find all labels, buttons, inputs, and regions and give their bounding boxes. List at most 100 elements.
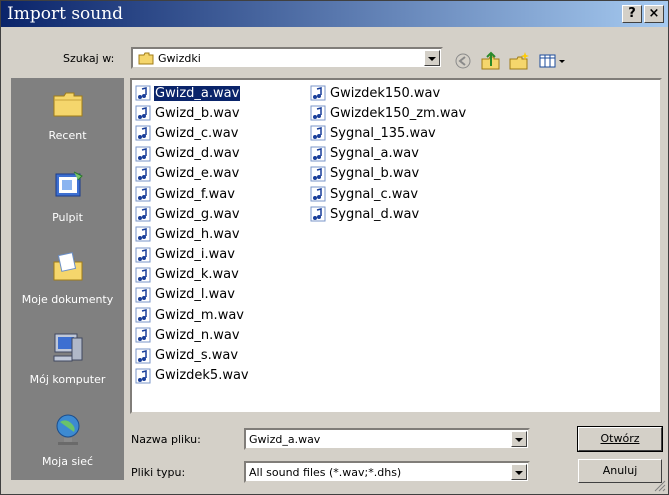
audio-file-icon (310, 125, 326, 141)
up-folder-icon[interactable] (479, 50, 503, 72)
audio-file-icon (310, 85, 326, 101)
look-in-label: Szukaj w: (63, 52, 115, 65)
audio-file-icon (310, 146, 326, 162)
folder-icon (138, 52, 154, 65)
file-item[interactable]: Gwizd_i.wav (135, 245, 250, 265)
file-item[interactable]: Gwizd_d.wav (135, 144, 250, 164)
file-name: Gwizd_s.wav (155, 348, 239, 364)
view-menu-icon[interactable] (537, 50, 567, 72)
computer-icon (53, 333, 82, 362)
file-item[interactable]: Gwizdek150.wav (310, 83, 467, 103)
file-item[interactable]: Gwizd_n.wav (135, 325, 250, 345)
audio-file-icon (135, 267, 151, 283)
audio-file-icon (310, 166, 326, 182)
audio-file-icon (135, 327, 151, 343)
file-name: Sygnal_c.wav (330, 186, 419, 202)
place-my-computer-label: Mój komputer (29, 373, 106, 386)
resize-grip-icon[interactable] (654, 480, 666, 492)
file-name: Sygnal_d.wav (330, 206, 420, 222)
file-item[interactable]: Gwizd_k.wav (135, 265, 250, 285)
file-item[interactable]: Sygnal_b.wav (310, 164, 467, 184)
filetype-dropdown-arrow[interactable] (511, 464, 527, 480)
file-column-2: Gwizdek150.wav Gwizdek150_zm.wav Sygnal_13… (310, 83, 467, 224)
file-item[interactable]: Sygnal_a.wav (310, 144, 467, 164)
file-name: Gwizd_g.wav (155, 206, 240, 222)
file-item[interactable]: Gwizd_c.wav (135, 123, 250, 143)
look-in-value: Gwizdki (158, 52, 201, 65)
file-name: Gwizd_a.wav (154, 85, 241, 101)
file-name: Gwizd_b.wav (155, 105, 240, 121)
filetype-label: Pliki typu: (131, 466, 186, 479)
file-item[interactable]: Sygnal_d.wav (310, 204, 467, 224)
filename-dropdown-arrow[interactable] (511, 431, 527, 447)
audio-file-icon (135, 125, 151, 141)
audio-file-icon (135, 206, 151, 222)
audio-file-icon (135, 85, 151, 101)
place-network[interactable]: Moja sieć (11, 412, 124, 468)
file-item[interactable]: Gwizd_b.wav (135, 103, 250, 123)
file-item[interactable]: Gwizd_m.wav (135, 305, 250, 325)
audio-file-icon (310, 206, 326, 222)
filetype-combo[interactable]: All sound files (*.wav;*.dhs) (244, 461, 530, 483)
file-name: Gwizd_h.wav (155, 226, 240, 242)
open-button-label: Otwórz (600, 432, 640, 445)
place-recent[interactable]: Recent (11, 86, 124, 142)
audio-file-icon (135, 307, 151, 323)
file-name: Sygnal_a.wav (330, 146, 419, 162)
file-item[interactable]: Gwizd_a.wav (135, 83, 250, 103)
look-in-combo[interactable]: Gwizdki (131, 47, 443, 69)
import-sound-dialog: Import sound ? × Szukaj w: Gwizdki Recen… (0, 0, 669, 495)
place-network-label: Moja sieć (41, 455, 94, 468)
file-item[interactable]: Gwizdek5.wav (135, 366, 250, 386)
audio-file-icon (135, 105, 151, 121)
file-name: Gwizdek150_zm.wav (330, 105, 467, 121)
filename-value[interactable]: Gwizd_a.wav (249, 433, 320, 446)
close-button[interactable]: × (644, 5, 664, 23)
file-item[interactable]: Gwizd_s.wav (135, 345, 250, 365)
help-button[interactable]: ? (622, 5, 642, 23)
cancel-button[interactable]: Anuluj (578, 459, 662, 483)
file-name: Gwizd_m.wav (155, 307, 244, 323)
documents-icon (53, 252, 82, 281)
back-icon[interactable] (451, 50, 475, 72)
file-name: Gwizdek5.wav (155, 368, 249, 384)
look-in-dropdown-arrow[interactable] (424, 50, 440, 66)
filename-label: Nazwa pliku: (131, 433, 201, 446)
audio-file-icon (310, 105, 326, 121)
file-item[interactable]: Gwizd_g.wav (135, 204, 250, 224)
open-button[interactable]: Otwórz (577, 426, 663, 452)
place-desktop-label: Pulpit (52, 211, 83, 224)
file-item[interactable]: Gwizdek150_zm.wav (310, 103, 467, 123)
place-my-documents[interactable]: Moje dokumenty (11, 250, 124, 306)
filetype-value: All sound files (*.wav;*.dhs) (249, 466, 402, 479)
place-my-documents-label: Moje dokumenty (21, 293, 114, 306)
file-item[interactable]: Gwizd_h.wav (135, 224, 250, 244)
file-name: Gwizd_l.wav (155, 287, 235, 303)
file-item[interactable]: Sygnal_c.wav (310, 184, 467, 204)
file-item[interactable]: Sygnal_135.wav (310, 123, 467, 143)
desktop-icon (55, 171, 83, 197)
file-name: Gwizd_d.wav (155, 146, 240, 162)
filename-combo[interactable]: Gwizd_a.wav (244, 428, 530, 450)
file-item[interactable]: Gwizd_e.wav (135, 164, 250, 184)
file-name: Gwizd_e.wav (155, 166, 240, 182)
window-title: Import sound (7, 4, 124, 24)
audio-file-icon (135, 287, 151, 303)
audio-file-icon (135, 166, 151, 182)
file-name: Gwizd_n.wav (155, 327, 240, 343)
file-name: Gwizd_f.wav (155, 186, 235, 202)
file-list[interactable]: Gwizd_a.wav Gwizd_b.wav Gwizd_c.wav Gwizd_d… (130, 78, 662, 414)
audio-file-icon (135, 186, 151, 202)
file-item[interactable]: Gwizd_f.wav (135, 184, 250, 204)
place-my-computer[interactable]: Mój komputer (11, 330, 124, 386)
new-folder-icon[interactable] (507, 50, 531, 72)
file-item[interactable]: Gwizd_l.wav (135, 285, 250, 305)
places-bar: Recent Pulpit Moje dokumenty Mój kompute… (11, 78, 124, 480)
file-column-1: Gwizd_a.wav Gwizd_b.wav Gwizd_c.wav Gwizd_d… (135, 83, 250, 386)
file-name: Sygnal_b.wav (330, 166, 420, 182)
file-name: Gwizdek150.wav (330, 85, 441, 101)
audio-file-icon (135, 146, 151, 162)
file-name: Gwizd_k.wav (155, 267, 239, 283)
place-desktop[interactable]: Pulpit (11, 168, 124, 224)
title-bar[interactable]: Import sound ? × (1, 1, 668, 27)
